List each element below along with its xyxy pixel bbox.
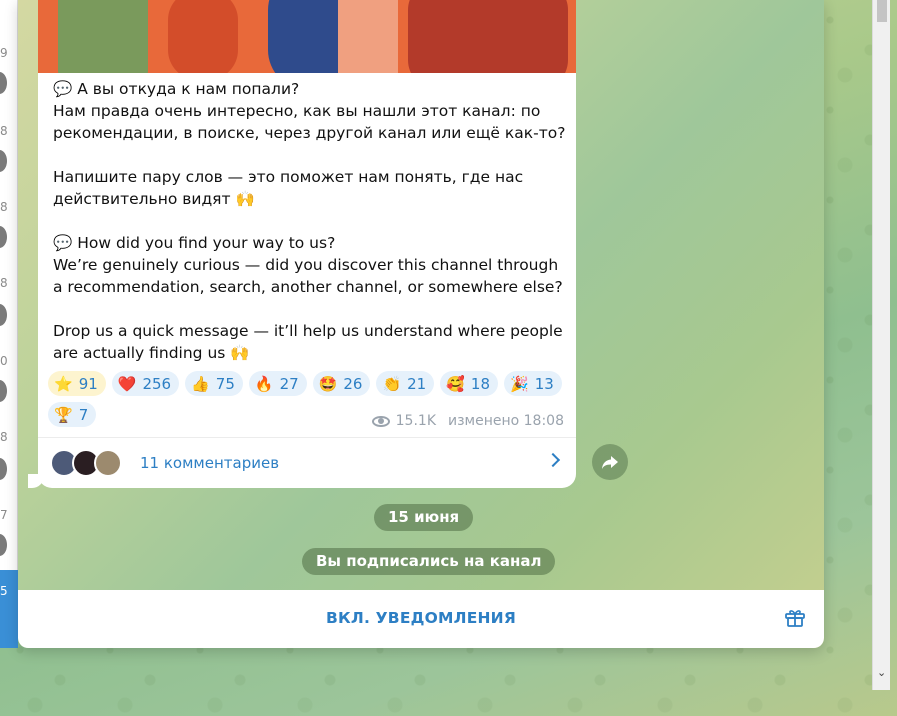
chevron-right-icon [545,452,561,468]
reaction-trophy[interactable]: 🏆 7 [48,402,97,427]
post-paragraph: Drop us a quick message — it’ll help us … [53,322,563,362]
chat-avatar[interactable] [0,304,7,326]
chat-time: 0 [0,354,8,368]
reaction-fire[interactable]: 🔥 27 [248,371,307,396]
reaction-party[interactable]: 🎉 13 [504,371,562,396]
chat-avatar[interactable] [0,150,7,172]
chat-item-active[interactable]: 5 [0,570,18,648]
thumbs-up-icon: 👍 [191,374,210,393]
service-message: Вы подписались на канал [302,548,556,575]
chat-avatar[interactable] [0,534,7,556]
scrollbar[interactable]: ⌄ [872,0,890,690]
reaction-count: 91 [78,374,98,393]
chat-time: 8 [0,276,8,290]
chat-avatar[interactable] [0,380,7,402]
party-popper-icon: 🎉 [510,374,529,393]
post-paragraph: Нам правда очень интересно, как вы нашли… [53,102,566,142]
chat-time: 8 [0,200,8,214]
clap-icon: 👏 [382,374,402,393]
fire-icon: 🔥 [254,374,274,393]
star-icon: ⭐ [54,374,73,393]
chat-time: 8 [0,124,8,138]
post-meta: 15.1K изменено 18:08 [371,413,564,429]
comments-label: 11 комментариев [140,454,280,472]
reaction-count: 27 [279,374,299,393]
post-text: 💬 А вы откуда к нам попали? Нам правда о… [53,78,568,364]
avatar [94,449,122,477]
chevron-down-icon[interactable]: ⌄ [877,667,887,678]
channel-post[interactable]: 💬 А вы откуда к нам попали? Нам правда о… [38,0,576,488]
reaction-heart[interactable]: ❤️ 256 [111,371,180,396]
smiling-hearts-icon: 🥰 [446,374,465,393]
reaction-smiling-hearts[interactable]: 🥰 18 [440,371,499,396]
chat-avatar[interactable] [0,458,7,480]
share-icon [602,456,618,469]
post-paragraph: 💬 А вы откуда к нам попали? [53,80,300,98]
bottom-bar: ВКЛ. УВЕДОМЛЕНИЯ [18,590,824,648]
eye-icon [371,415,390,427]
chat-avatar[interactable] [0,226,7,248]
reaction-count: 13 [534,374,554,393]
reaction-count: 75 [215,374,235,393]
reaction-count: 256 [142,374,172,393]
channel-window: 💬 А вы откуда к нам попали? Нам правда о… [18,0,824,648]
date-separator: 15 июня [374,504,474,531]
star-struck-icon: 🤩 [318,374,338,393]
post-image[interactable] [38,0,576,73]
enable-notifications-button[interactable]: ВКЛ. УВЕДОМЛЕНИЯ [18,590,824,648]
reaction-count: 18 [470,374,491,393]
reaction-star-struck[interactable]: 🤩 26 [312,371,371,396]
commenter-avatars [50,449,130,477]
gift-icon[interactable] [784,606,806,628]
chat-time: 8 [0,430,8,444]
scrollbar-thumb[interactable] [877,0,887,22]
share-button[interactable] [592,444,628,480]
post-paragraph: Напишите пару слов — это поможет нам пон… [53,168,524,208]
reaction-clap[interactable]: 👏 21 [376,371,435,396]
chat-list-strip: 9 8 8 8 0 8 7 5 [0,0,18,648]
reaction-thumbs-up[interactable]: 👍 75 [185,371,243,396]
post-paragraph: We’re genuinely curious — did you discov… [53,256,563,296]
reaction-count: 21 [407,374,427,393]
reaction-star[interactable]: ⭐ 91 [48,371,106,396]
chat-avatar[interactable] [0,72,7,94]
heart-icon: ❤️ [117,374,137,393]
post-paragraph: 💬 How did you find your way to us? [53,234,336,252]
trophy-icon: 🏆 [54,405,73,424]
views-count: 15.1K [395,413,436,429]
chat-time: 9 [0,46,8,60]
chat-time: 5 [0,584,8,598]
comments-button[interactable]: 11 комментариев [38,438,576,488]
reaction-count: 7 [78,405,89,424]
reaction-count: 26 [343,374,363,393]
edited-time: изменено 18:08 [448,413,564,429]
chat-time: 7 [0,508,8,522]
